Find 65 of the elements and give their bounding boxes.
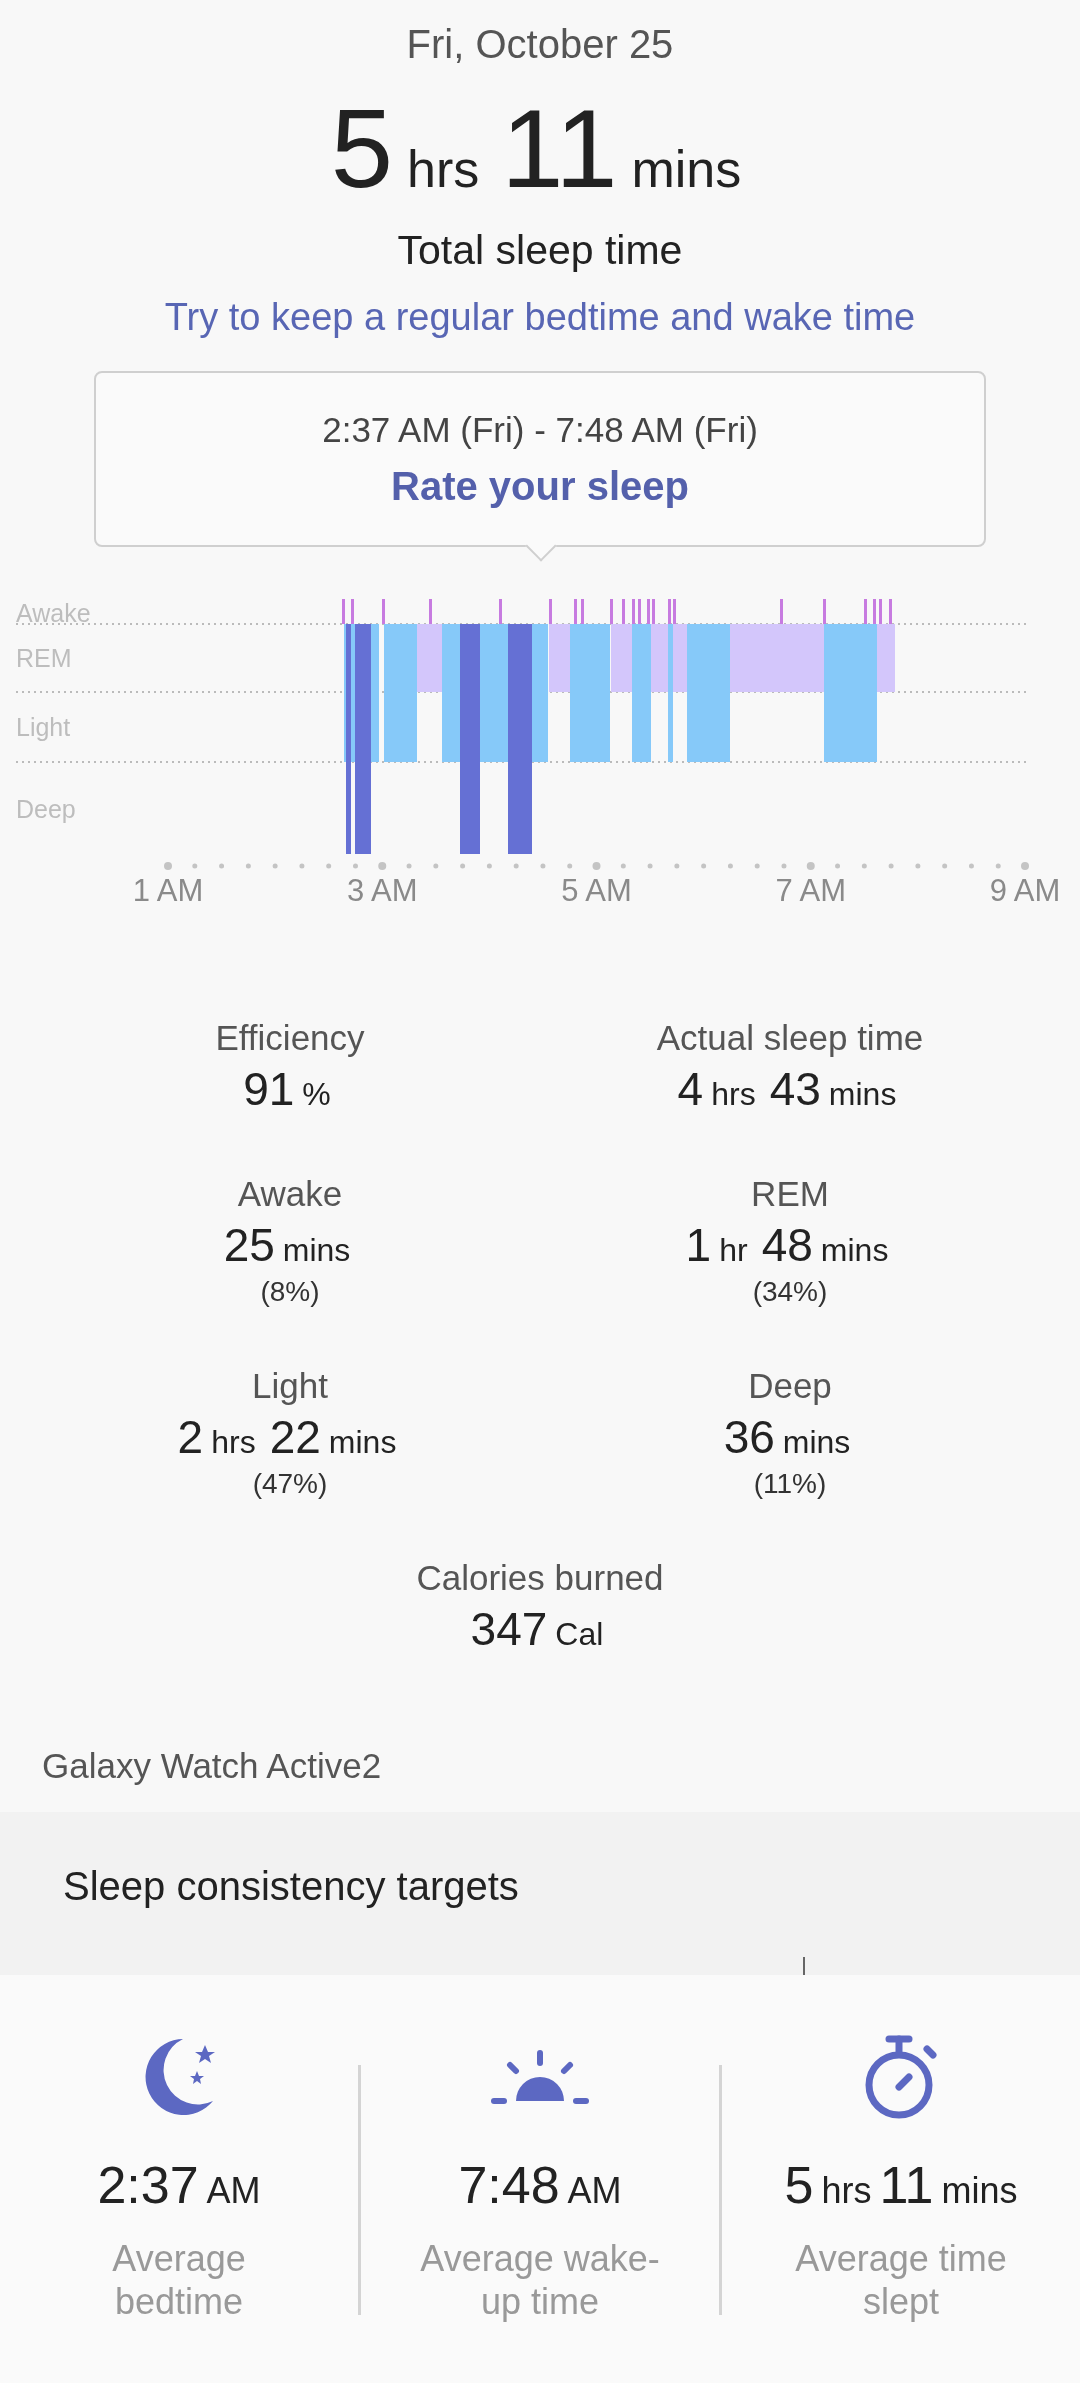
stat-label: Light xyxy=(252,1366,328,1406)
stat-share: (8%) xyxy=(260,1276,320,1308)
stat-number: 36 xyxy=(723,1410,775,1464)
stage-label: Light xyxy=(16,713,71,742)
stat-label: Efficiency xyxy=(215,1018,365,1058)
total-sleep-label: Total sleep time xyxy=(397,227,683,274)
total-sleep-number: 5 xyxy=(330,93,393,205)
time-axis-label: 5 AM xyxy=(561,873,632,909)
average-number: 2:37 xyxy=(97,2155,199,2215)
average-label: Average wake-up time xyxy=(419,2237,661,2324)
stat-unit: hr xyxy=(719,1232,748,1269)
stat-number: 1 xyxy=(685,1218,712,1272)
stat-share: (34%) xyxy=(752,1276,828,1308)
tip-text: Try to keep a regular bedtime and wake time xyxy=(164,296,916,339)
total-sleep-unit: hrs xyxy=(407,139,480,199)
stat-number: 48 xyxy=(761,1218,813,1272)
average-number: 11 xyxy=(879,2155,934,2215)
stat-label: REM xyxy=(751,1174,829,1214)
stat-unit: mins xyxy=(782,1424,851,1461)
average-unit: mins xyxy=(941,2170,1018,2212)
tick-mark xyxy=(803,1957,805,1975)
total-sleep-unit: mins xyxy=(631,139,742,199)
average-label: Average bedtime xyxy=(111,2237,247,2324)
stage-label: Deep xyxy=(16,795,76,824)
device-name: Galaxy Watch Active2 xyxy=(42,1746,382,1786)
average-unit: AM xyxy=(206,2170,261,2212)
stat-label: Actual sleep time xyxy=(656,1018,924,1058)
rate-sleep-button[interactable]: Rate your sleep xyxy=(391,463,689,509)
stat-share: (47%) xyxy=(252,1468,328,1500)
stat-unit: mins xyxy=(828,1076,897,1113)
stat-label: Deep xyxy=(748,1366,832,1406)
stat-number: 347 xyxy=(470,1602,548,1656)
average-label: Average time slept xyxy=(794,2237,1008,2324)
total-sleep-number: 11 xyxy=(501,93,618,205)
stat-unit: mins xyxy=(282,1232,351,1269)
date-title: Fri, October 25 xyxy=(406,22,674,67)
stat-unit: hrs xyxy=(211,1424,256,1461)
time-axis-label: 9 AM xyxy=(989,873,1061,909)
time-axis-label: 1 AM xyxy=(132,873,204,909)
stat-number: 91 xyxy=(243,1062,295,1116)
section-title: Sleep consistency targets xyxy=(63,1864,520,1909)
stat-unit: % xyxy=(302,1076,331,1113)
sleep-time-range: 2:37 AM (Fri) - 7:48 AM (Fri) xyxy=(322,409,758,450)
stage-label: REM xyxy=(16,644,72,673)
stat-unit: Cal xyxy=(555,1616,604,1653)
average-unit: hrs xyxy=(821,2170,872,2212)
average-number: 5 xyxy=(784,2155,814,2215)
stopwatch-icon xyxy=(863,2035,939,2119)
stat-label: Awake xyxy=(237,1174,343,1214)
stat-number: 25 xyxy=(223,1218,275,1272)
average-unit: AM xyxy=(567,2170,622,2212)
sunrise-icon xyxy=(490,2049,590,2105)
stat-number: 2 xyxy=(177,1410,204,1464)
stat-number: 22 xyxy=(269,1410,321,1464)
stat-share: (11%) xyxy=(753,1468,827,1500)
stat-unit: hrs xyxy=(711,1076,756,1113)
stat-unit: mins xyxy=(328,1424,397,1461)
average-number: 7:48 xyxy=(458,2155,560,2215)
stat-unit: mins xyxy=(820,1232,889,1269)
stat-number: 4 xyxy=(677,1062,704,1116)
stat-label: Calories burned xyxy=(416,1558,664,1598)
stat-number: 43 xyxy=(769,1062,821,1116)
time-axis-label: 7 AM xyxy=(775,873,847,909)
time-axis-label: 3 AM xyxy=(346,873,418,909)
stage-label: Awake xyxy=(16,599,91,628)
